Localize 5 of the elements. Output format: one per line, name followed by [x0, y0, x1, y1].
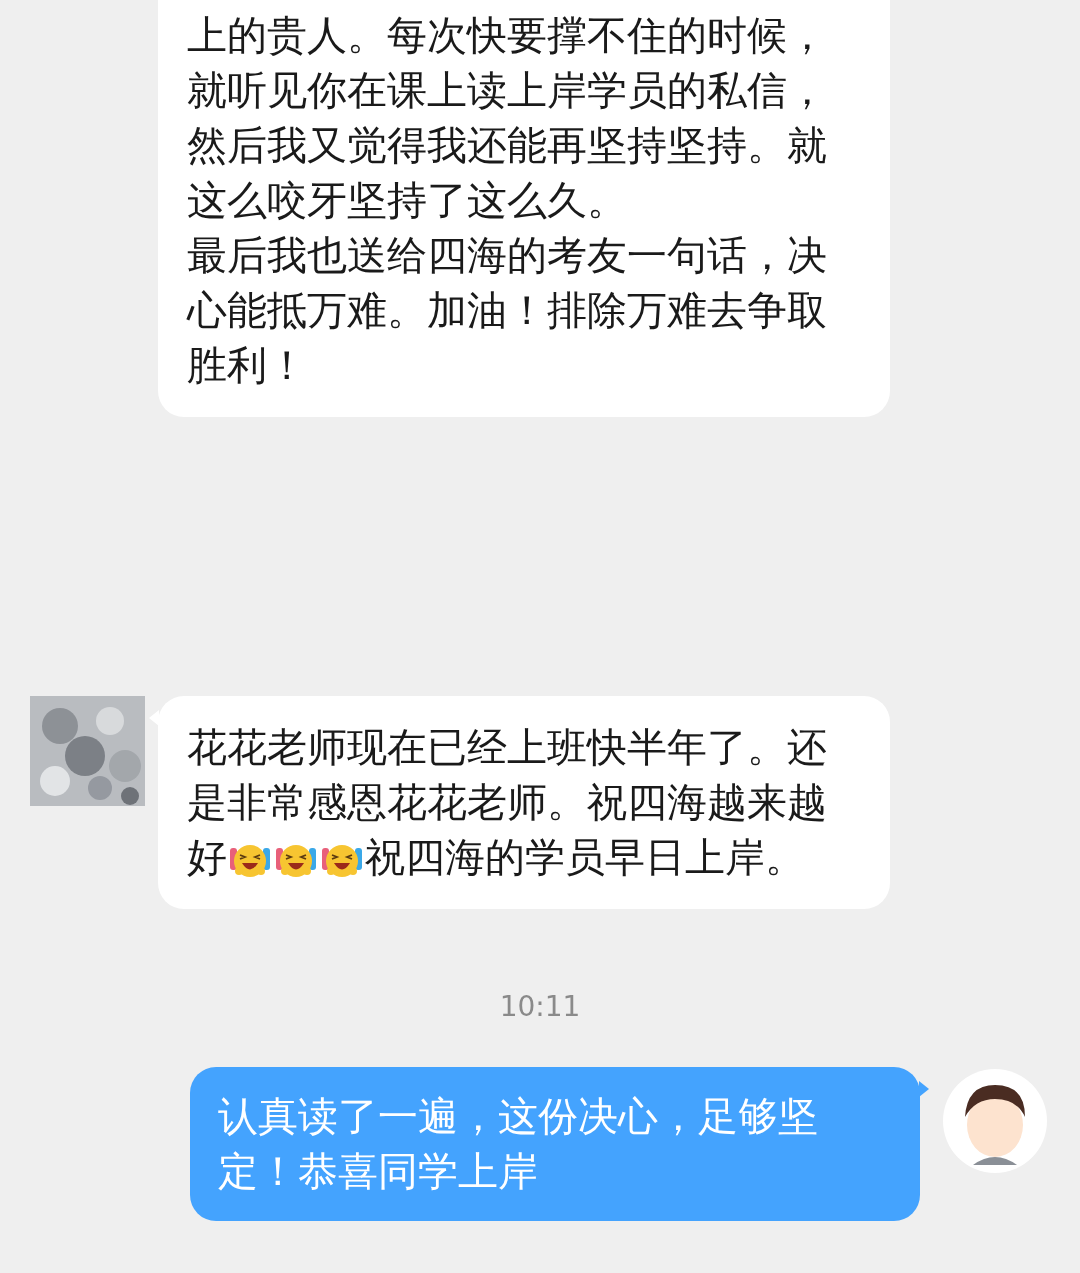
- message-text: 上的贵人。每次快要撑不住的时候， 就听见你在课上读上岸学员的私信， 然后我又觉得我还能再坚持坚持。就 这么咬牙坚持了这么久。 最后我也送给四海的考友一句话，决 心能抵万难。加油！排除万难去争取 胜利！: [187, 11, 828, 390]
- person-avatar-icon: [943, 1069, 1047, 1173]
- message-time: 10:11: [499, 989, 581, 1025]
- message-text: 认真读了一遍，这份决心，足够坚 定！恭喜同学上岸: [218, 1092, 819, 1196]
- message-text: 花花老师现在已经上班快半年了。还 是非常感恩花花老师。祝四海越来越 好 祝四海的学员早日上岸。: [187, 723, 828, 882]
